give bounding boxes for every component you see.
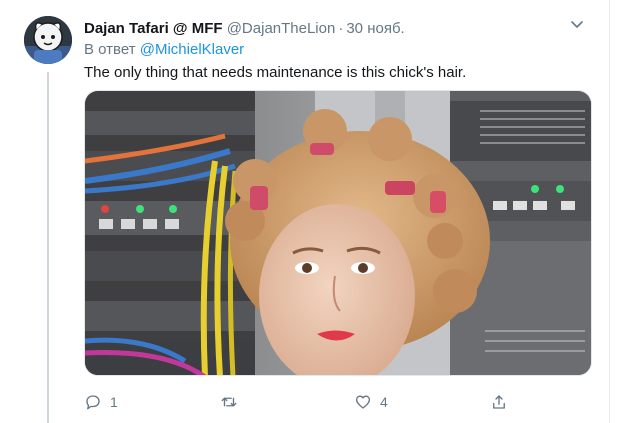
share-button[interactable] [490, 390, 508, 414]
reply-prefix: В ответ [84, 41, 136, 58]
retweet-button[interactable] [220, 390, 246, 414]
share-icon [493, 395, 505, 409]
user-handle[interactable]: @DajanTheLion [227, 20, 336, 37]
reply-mention-link[interactable]: @MichielKlaver [140, 41, 244, 58]
separator-dot: · [338, 20, 344, 37]
like-button[interactable]: 4 [354, 390, 388, 414]
reply-context: В ответ @MichielKlaver [84, 40, 244, 60]
tweet-date[interactable]: 30 нояб. [346, 20, 404, 37]
display-name[interactable]: Dajan Tafari @ MFF [84, 20, 223, 37]
reply-icon [86, 395, 100, 410]
reply-count: 1 [110, 394, 118, 410]
thread-line [47, 72, 49, 423]
more-icon[interactable] [567, 16, 587, 36]
like-count: 4 [380, 394, 388, 410]
tweet-actions: 1 4 [84, 390, 514, 414]
avatar[interactable] [24, 16, 72, 64]
tweet-container[interactable]: Dajan Tafari @ MFF @DajanTheLion · 30 нояб… [0, 0, 610, 423]
retweet-icon [221, 397, 237, 407]
reply-button[interactable]: 1 [84, 390, 118, 414]
tweet-header: Dajan Tafari @ MFF @DajanTheLion · 30 нояб… [84, 19, 589, 39]
photo-image [85, 91, 591, 375]
heart-icon [355, 395, 371, 409]
tweet-text: The only thing that needs maintenance is… [84, 64, 467, 81]
tweet-photo[interactable] [84, 90, 592, 376]
